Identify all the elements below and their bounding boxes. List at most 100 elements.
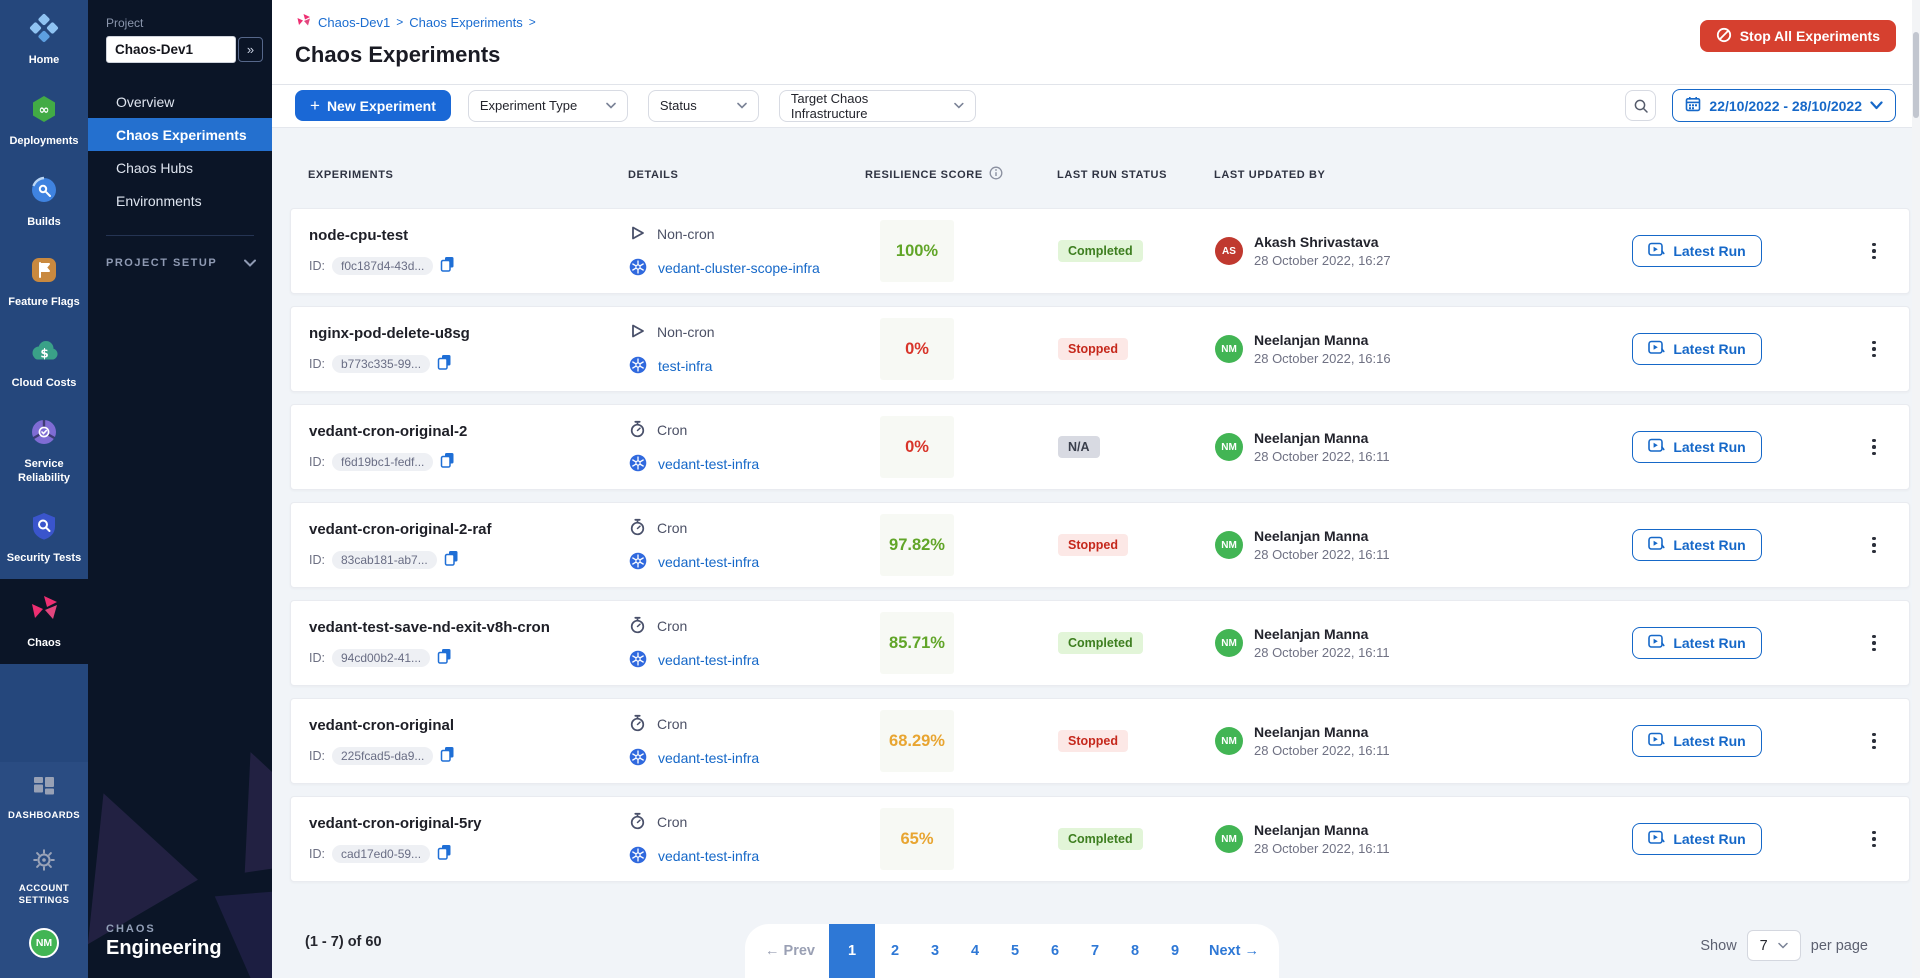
latest-run-button[interactable]: Latest Run bbox=[1632, 529, 1761, 561]
project-select-input[interactable] bbox=[106, 36, 236, 63]
latest-run-button[interactable]: Latest Run bbox=[1632, 823, 1761, 855]
latest-run-button[interactable]: Latest Run bbox=[1632, 235, 1761, 267]
table-row[interactable]: vedant-cron-original-5ry ID: cad17ed0-59… bbox=[290, 796, 1910, 882]
expand-sidebar-button[interactable]: » bbox=[238, 37, 263, 62]
rail-item-dashboards[interactable]: DASHBOARDS bbox=[0, 762, 88, 835]
latest-run-button[interactable]: Latest Run bbox=[1632, 333, 1761, 365]
breadcrumb-experiments-link[interactable]: Chaos Experiments bbox=[409, 15, 522, 30]
target-infrastructure-filter[interactable]: Target Chaos Infrastructure bbox=[779, 90, 976, 122]
table-row[interactable]: node-cpu-test ID: f0c187d4-43d... Non-cr… bbox=[290, 208, 1910, 294]
page-button-7[interactable]: 7 bbox=[1075, 924, 1115, 978]
home-icon bbox=[29, 13, 59, 48]
rail-item-security-tests[interactable]: Security Tests bbox=[0, 498, 88, 579]
latest-run-button[interactable]: Latest Run bbox=[1632, 431, 1761, 463]
copy-icon[interactable] bbox=[444, 550, 459, 569]
gear-icon bbox=[32, 848, 56, 877]
id-label: ID: bbox=[309, 357, 325, 371]
copy-icon[interactable] bbox=[440, 256, 455, 275]
stop-all-experiments-button[interactable]: Stop All Experiments bbox=[1700, 20, 1896, 52]
sidebar-item-overview[interactable]: Overview bbox=[88, 85, 272, 118]
page-size-select[interactable]: 7 bbox=[1747, 930, 1801, 961]
project-nav: Overview Chaos Experiments Chaos Hubs En… bbox=[88, 85, 272, 217]
page-button-4[interactable]: 4 bbox=[955, 924, 995, 978]
sidebar-item-chaos-hubs[interactable]: Chaos Hubs bbox=[88, 151, 272, 184]
experiments-table: EXPERIMENTS DETAILS RESILIENCE SCORE LAS… bbox=[272, 128, 1920, 978]
resilience-score: 100% bbox=[880, 220, 954, 282]
rail-item-chaos[interactable]: Chaos bbox=[0, 579, 88, 664]
latest-run-button[interactable]: Latest Run bbox=[1632, 725, 1761, 757]
row-menu-button[interactable] bbox=[1866, 727, 1882, 756]
row-menu-button[interactable] bbox=[1866, 825, 1882, 854]
module-rail: Home ∞ Deployments Builds Feature Flags … bbox=[0, 0, 88, 978]
page-button-1[interactable]: 1 bbox=[829, 924, 875, 978]
resilience-score: 85.71% bbox=[880, 612, 954, 674]
rail-item-account-settings[interactable]: ACCOUNT SETTINGS bbox=[0, 835, 88, 920]
row-menu-button[interactable] bbox=[1866, 629, 1882, 658]
status-filter[interactable]: Status bbox=[648, 90, 759, 122]
scrollbar[interactable] bbox=[1912, 0, 1920, 978]
page-button-9[interactable]: 9 bbox=[1155, 924, 1195, 978]
page-button-8[interactable]: 8 bbox=[1115, 924, 1155, 978]
chevron-down-icon bbox=[954, 102, 964, 109]
app-window: Home ∞ Deployments Builds Feature Flags … bbox=[0, 0, 1920, 978]
scrollbar-thumb[interactable] bbox=[1913, 32, 1919, 118]
row-menu-button[interactable] bbox=[1866, 433, 1882, 462]
infrastructure-link[interactable]: vedant-test-infra bbox=[658, 750, 759, 766]
date-range-picker[interactable]: 22/10/2022 - 28/10/2022 bbox=[1672, 89, 1896, 122]
search-icon bbox=[1633, 98, 1649, 114]
infrastructure-link[interactable]: vedant-test-infra bbox=[658, 554, 759, 570]
table-row[interactable]: vedant-cron-original ID: 225fcad5-da9...… bbox=[290, 698, 1910, 784]
project-setup-section[interactable]: PROJECT SETUP bbox=[106, 254, 256, 272]
schedule-type: Non-cron bbox=[657, 226, 715, 242]
rail-item-home[interactable]: Home bbox=[0, 0, 88, 81]
kubernetes-icon bbox=[629, 846, 647, 867]
rail-item-deployments[interactable]: ∞ Deployments bbox=[0, 81, 88, 162]
page-button-3[interactable]: 3 bbox=[915, 924, 955, 978]
infrastructure-link[interactable]: test-infra bbox=[658, 358, 712, 374]
rail-item-feature-flags[interactable]: Feature Flags bbox=[0, 242, 88, 323]
schedule-type: Cron bbox=[657, 814, 687, 830]
rail-item-builds[interactable]: Builds bbox=[0, 162, 88, 243]
experiment-type-filter[interactable]: Experiment Type bbox=[468, 90, 628, 122]
infrastructure-link[interactable]: vedant-test-infra bbox=[658, 848, 759, 864]
page-button-5[interactable]: 5 bbox=[995, 924, 1035, 978]
new-experiment-button[interactable]: + New Experiment bbox=[295, 90, 451, 121]
sidebar-item-chaos-experiments[interactable]: Chaos Experiments bbox=[88, 118, 272, 151]
rail-bottom-group: DASHBOARDS ACCOUNT SETTINGS NM bbox=[0, 762, 88, 978]
sidebar-item-environments[interactable]: Environments bbox=[88, 184, 272, 217]
stopwatch-icon bbox=[629, 812, 646, 833]
copy-icon[interactable] bbox=[437, 844, 452, 863]
table-row[interactable]: nginx-pod-delete-u8sg ID: b773c335-99...… bbox=[290, 306, 1910, 392]
row-menu-button[interactable] bbox=[1866, 531, 1882, 560]
copy-icon[interactable] bbox=[437, 354, 452, 373]
rail-item-service-reliability[interactable]: Service Reliability bbox=[0, 404, 88, 499]
updated-by-name: Akash Shrivastava bbox=[1254, 234, 1391, 250]
row-menu-button[interactable] bbox=[1866, 237, 1882, 266]
copy-icon[interactable] bbox=[440, 746, 455, 765]
breadcrumb-project-link[interactable]: Chaos-Dev1 bbox=[318, 15, 390, 30]
latest-run-label: Latest Run bbox=[1673, 733, 1745, 749]
feature-flags-icon bbox=[29, 255, 59, 290]
table-row[interactable]: vedant-test-save-nd-exit-v8h-cron ID: 94… bbox=[290, 600, 1910, 686]
info-icon[interactable] bbox=[989, 166, 1003, 183]
row-menu-button[interactable] bbox=[1866, 335, 1882, 364]
user-avatar[interactable]: NM bbox=[29, 928, 59, 958]
search-button[interactable] bbox=[1625, 90, 1656, 121]
copy-icon[interactable] bbox=[437, 648, 452, 667]
infrastructure-link[interactable]: vedant-cluster-scope-infra bbox=[658, 260, 820, 276]
page-button-6[interactable]: 6 bbox=[1035, 924, 1075, 978]
chevron-down-icon bbox=[1778, 942, 1788, 949]
prev-page-button[interactable]: ← Prev bbox=[751, 924, 829, 978]
updated-by-name: Neelanjan Manna bbox=[1254, 724, 1390, 740]
page-button-2[interactable]: 2 bbox=[875, 924, 915, 978]
next-page-button[interactable]: Next → bbox=[1195, 924, 1273, 978]
table-row[interactable]: vedant-cron-original-2 ID: f6d19bc1-fedf… bbox=[290, 404, 1910, 490]
latest-run-button[interactable]: Latest Run bbox=[1632, 627, 1761, 659]
infrastructure-link[interactable]: vedant-test-infra bbox=[658, 652, 759, 668]
rail-item-cloud-costs[interactable]: $ Cloud Costs bbox=[0, 323, 88, 404]
infrastructure-link[interactable]: vedant-test-infra bbox=[658, 456, 759, 472]
copy-icon[interactable] bbox=[440, 452, 455, 471]
updated-by-name: Neelanjan Manna bbox=[1254, 430, 1390, 446]
table-row[interactable]: vedant-cron-original-2-raf ID: 83cab181-… bbox=[290, 502, 1910, 588]
status-badge: Completed bbox=[1058, 240, 1143, 262]
